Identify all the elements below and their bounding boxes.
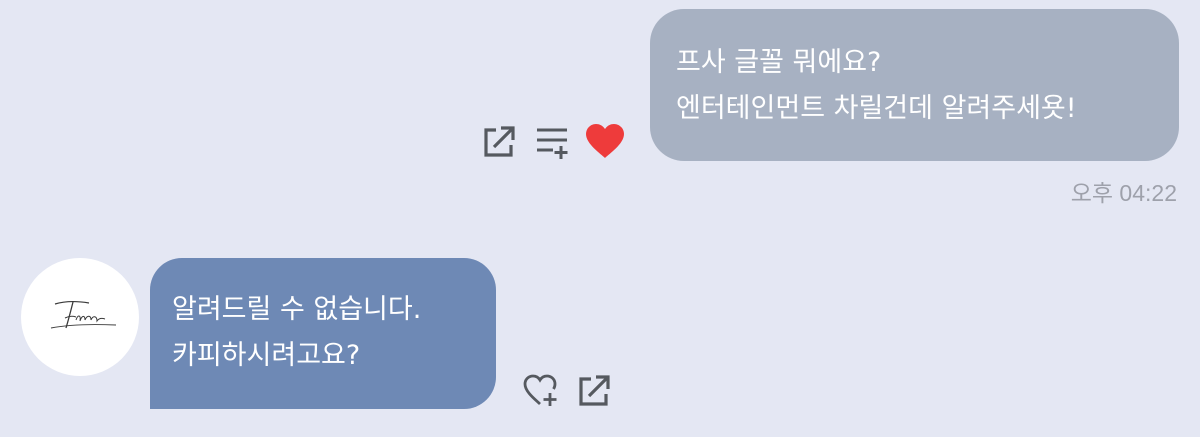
share-icon[interactable] [576,373,612,409]
message-timestamp: 오후 04:22 [1070,180,1177,206]
message-line: 알려드릴 수 없습니다. [172,294,422,325]
message-line: 프사 글꼴 뭐에요? [676,47,882,78]
message-line: 엔터테인먼트 차릴건데 알려주세욧! [676,93,1077,124]
signature-logo [50,301,117,329]
heart-icon[interactable] [584,122,626,160]
received-message-bubble[interactable]: 알려드릴 수 없습니다. 카피하시려고요? [150,258,496,409]
avatar[interactable] [21,258,139,376]
message-line: 카피하시려고요? [172,340,361,371]
heart-add-icon[interactable] [522,373,560,409]
sent-message-bubble[interactable]: 프사 글꼴 뭐에요? 엔터테인먼트 차릴건데 알려주세욧! [650,9,1179,161]
add-to-list-icon[interactable] [535,126,571,162]
share-icon[interactable] [481,124,517,160]
